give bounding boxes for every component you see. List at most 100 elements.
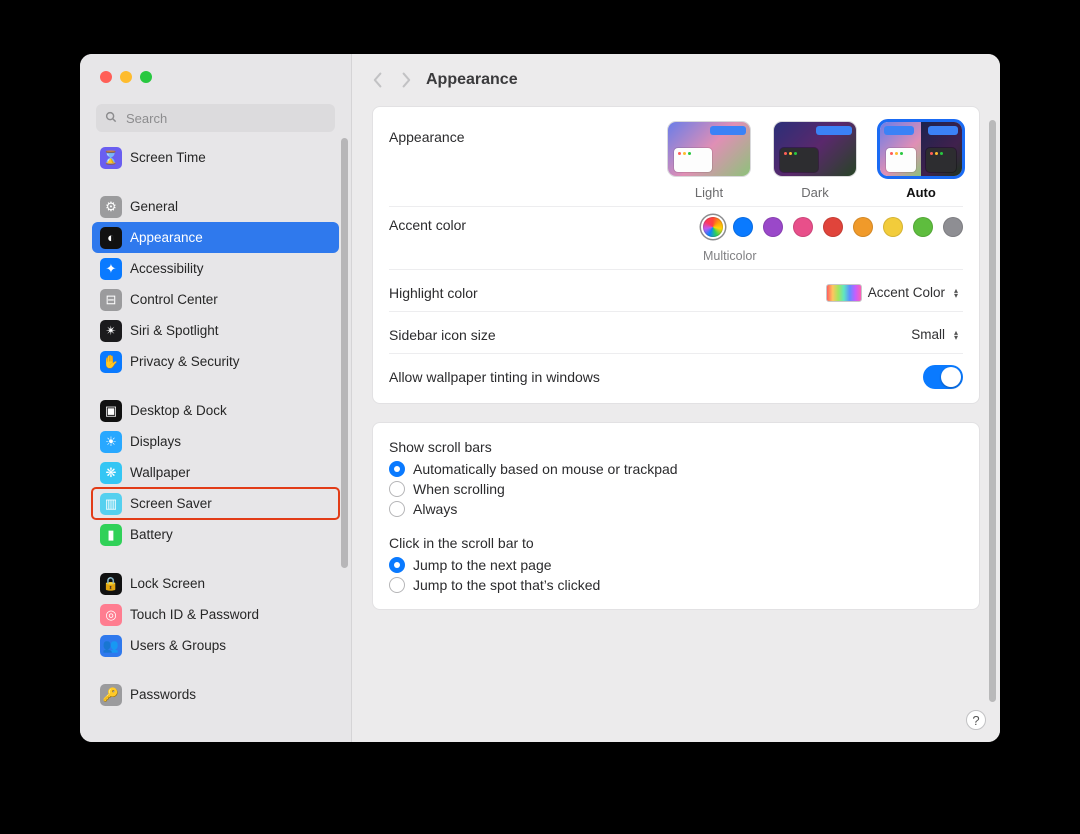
radio-label: Automatically based on mouse or trackpad	[413, 461, 678, 477]
accent-pink[interactable]	[793, 217, 813, 237]
radio-icon	[389, 577, 405, 593]
scrollbars-radios: Automatically based on mouse or trackpad…	[389, 459, 963, 519]
sidebar-item-screen-time[interactable]: ⌛Screen Time	[92, 142, 339, 173]
sidebar-item-touch-id[interactable]: ◎Touch ID & Password	[92, 599, 339, 630]
displays-icon: ☀	[100, 431, 122, 453]
sidebar-size-value: Small	[911, 327, 945, 342]
appearance-icon: ◐	[100, 227, 122, 249]
nav-forward-button[interactable]	[392, 66, 420, 94]
sidebar-item-label: Passwords	[130, 687, 196, 702]
sidebar-item-label: Battery	[130, 527, 173, 542]
sidebar-item-control-center[interactable]: ⊟ Control Center	[92, 284, 339, 315]
sidebar-item-appearance[interactable]: ◐ Appearance	[92, 222, 339, 253]
sidebar-item-wallpaper[interactable]: ❋Wallpaper	[92, 457, 339, 488]
sidebar-list: ⌛Screen Time ⚙ General ◐ Appearance ✦Accessib…	[80, 138, 351, 730]
appearance-option-label: Auto	[906, 185, 936, 200]
radio-label: Jump to the next page	[413, 557, 552, 573]
sidebar-size-label: Sidebar icon size	[389, 327, 496, 343]
sidebar-item-accessibility[interactable]: ✦Accessibility	[92, 253, 339, 284]
accent-yellow[interactable]	[883, 217, 903, 237]
minimize-icon[interactable]	[120, 71, 132, 83]
siri-spotlight-icon: ✴	[100, 320, 122, 342]
sidebar-item-label: Siri & Spotlight	[130, 323, 219, 338]
sidebar-item-passwords[interactable]: 🔑 Passwords	[92, 679, 339, 710]
sidebar-item-label: Control Center	[130, 292, 218, 307]
system-settings-window: ⌛Screen Time ⚙ General ◐ Appearance ✦Accessib…	[80, 54, 1000, 742]
scrollclick-title: Click in the scroll bar to	[389, 535, 963, 551]
appearance-option-auto[interactable]	[879, 121, 963, 177]
sidebar-item-desktop-dock[interactable]: ▣Desktop & Dock	[92, 395, 339, 426]
scrollclick-option[interactable]: Jump to the next page	[389, 555, 963, 575]
accent-purple[interactable]	[763, 217, 783, 237]
appearance-thumbs: Light Dark Auto	[667, 121, 963, 200]
sidebar-item-general[interactable]: ⚙ General	[92, 191, 339, 222]
sidebar-item-label: Appearance	[130, 230, 203, 245]
sidebar-item-privacy-security[interactable]: ✋ Privacy & Security	[92, 346, 339, 377]
accent-orange[interactable]	[853, 217, 873, 237]
chevron-updown-icon: ▴▾	[949, 330, 963, 340]
users-groups-icon: 👥	[100, 635, 122, 657]
sidebar-item-label: Privacy & Security	[130, 354, 240, 369]
highlight-color-dropdown[interactable]: Accent Color ▴▾	[868, 285, 963, 300]
sidebar-scrollbar[interactable]	[341, 138, 348, 568]
sidebar: ⌛Screen Time ⚙ General ◐ Appearance ✦Accessib…	[80, 54, 352, 742]
general-icon: ⚙	[100, 196, 122, 218]
scrollbars-option[interactable]: When scrolling	[389, 479, 963, 499]
main-body: Appearance LightDarkAuto Accent color Mu…	[352, 106, 1000, 742]
search-icon	[104, 110, 118, 127]
main-scrollbar[interactable]	[989, 120, 996, 702]
scrollclick-radios: Jump to the next page Jump to the spot th…	[389, 555, 963, 595]
sidebar-item-screen-saver[interactable]: ▥Screen Saver	[92, 488, 339, 519]
accent-red[interactable]	[823, 217, 843, 237]
sidebar-size-dropdown[interactable]: Small ▴▾	[911, 327, 963, 342]
sidebar-item-label: Users & Groups	[130, 638, 226, 653]
sidebar-item-battery[interactable]: ▮ Battery	[92, 519, 339, 550]
privacy-security-icon: ✋	[100, 351, 122, 373]
sidebar-item-label: Screen Saver	[130, 496, 212, 511]
sidebar-item-label: Desktop & Dock	[130, 403, 227, 418]
accent-multicolor[interactable]	[703, 217, 723, 237]
scrollbars-option[interactable]: Always	[389, 499, 963, 519]
search-field[interactable]	[96, 104, 335, 132]
highlight-color-label: Highlight color	[389, 285, 478, 301]
scrollbars-title: Show scroll bars	[389, 439, 963, 455]
radio-icon	[389, 461, 405, 477]
tinting-label: Allow wallpaper tinting in windows	[389, 369, 600, 385]
accent-graphite[interactable]	[943, 217, 963, 237]
sidebar-item-label: Displays	[130, 434, 181, 449]
close-icon[interactable]	[100, 71, 112, 83]
radio-icon	[389, 481, 405, 497]
appearance-option-label: Light	[695, 185, 723, 200]
touch-id-icon: ◎	[100, 604, 122, 626]
passwords-icon: 🔑	[100, 684, 122, 706]
sidebar-item-label: General	[130, 199, 178, 214]
sidebar-item-label: Lock Screen	[130, 576, 205, 591]
sidebar-item-siri-spotlight[interactable]: ✴ Siri & Spotlight	[92, 315, 339, 346]
scrollclick-option[interactable]: Jump to the spot that’s clicked	[389, 575, 963, 595]
accent-color-caption: Multicolor	[703, 249, 757, 263]
sidebar-item-lock-screen[interactable]: 🔒Lock Screen	[92, 568, 339, 599]
accent-color-options	[703, 217, 963, 237]
sidebar-item-displays[interactable]: ☀ Displays	[92, 426, 339, 457]
tinting-toggle[interactable]	[923, 365, 963, 389]
scrollbars-option[interactable]: Automatically based on mouse or trackpad	[389, 459, 963, 479]
sidebar-item-label: Screen Time	[130, 150, 206, 165]
control-center-icon: ⊟	[100, 289, 122, 311]
search-input[interactable]	[124, 110, 327, 127]
appearance-option-light[interactable]	[667, 121, 751, 177]
radio-icon	[389, 501, 405, 517]
wallpaper-icon: ❋	[100, 462, 122, 484]
help-button[interactable]: ?	[966, 710, 986, 730]
accent-blue[interactable]	[733, 217, 753, 237]
main-pane: Appearance Appearance LightDarkAuto Acce…	[352, 54, 1000, 742]
nav-back-button[interactable]	[364, 66, 392, 94]
chevron-updown-icon: ▴▾	[949, 288, 963, 298]
radio-label: When scrolling	[413, 481, 505, 497]
accent-green[interactable]	[913, 217, 933, 237]
radio-icon	[389, 557, 405, 573]
appearance-option-dark[interactable]	[773, 121, 857, 177]
sidebar-item-users-groups[interactable]: 👥 Users & Groups	[92, 630, 339, 661]
battery-icon: ▮	[100, 524, 122, 546]
zoom-icon[interactable]	[140, 71, 152, 83]
appearance-option-label: Dark	[801, 185, 828, 200]
